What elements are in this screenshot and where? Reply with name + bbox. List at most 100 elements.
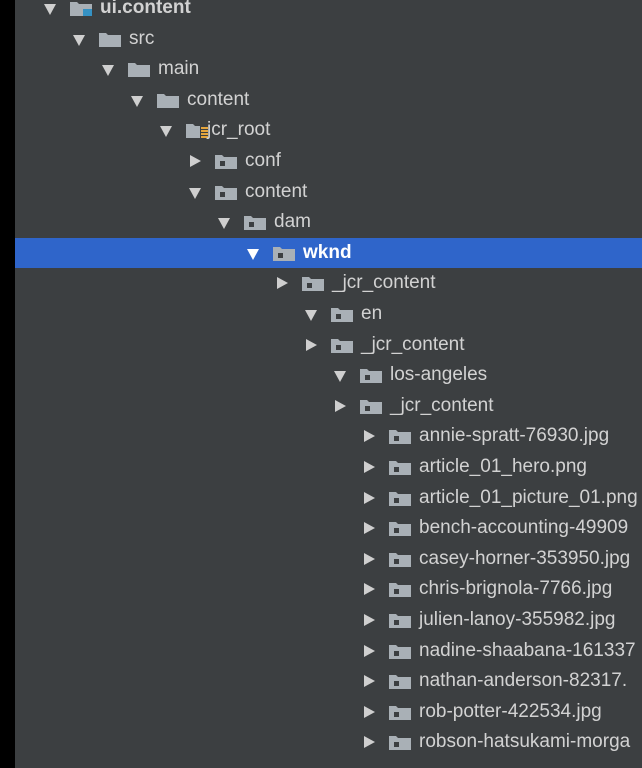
chevron-down-icon[interactable] <box>44 4 56 15</box>
tree-row-label: _jcr_content <box>361 333 465 355</box>
package-folder-icon <box>389 613 411 628</box>
chevron-right-icon[interactable] <box>364 705 375 718</box>
tree-row-label: main <box>158 58 200 80</box>
tree-row-label: nadine-shaabana-161337 <box>419 639 636 661</box>
tree-row-label: article_01_picture_01.png <box>419 486 638 508</box>
tree-row-label: jcr_root <box>207 119 271 141</box>
chevron-down-icon[interactable] <box>334 371 346 383</box>
tree-row[interactable]: julien-lanoy-355982.jpg <box>15 605 642 635</box>
package-folder-icon <box>389 644 411 659</box>
chevron-right-icon[interactable] <box>364 644 375 657</box>
package-folder-icon <box>389 460 411 475</box>
tree-row-label: en <box>361 303 383 324</box>
chevron-down-icon[interactable] <box>218 218 230 230</box>
chevron-right-icon[interactable] <box>364 491 375 504</box>
folder-icon <box>157 93 179 108</box>
tree-row[interactable]: _jcr_content <box>15 330 642 360</box>
resource-root-folder-icon <box>186 123 208 139</box>
tree-row-label: ui.content <box>100 0 191 18</box>
chevron-right-icon[interactable] <box>364 614 375 626</box>
package-folder-icon <box>389 429 411 445</box>
tree-row[interactable]: rob-potter-422534.jpg <box>15 697 642 727</box>
tree-row-label: wknd <box>303 241 352 263</box>
chevron-down-icon[interactable] <box>189 187 201 199</box>
tree-row[interactable]: _jcr_content <box>15 268 642 298</box>
chevron-right-icon[interactable] <box>364 675 375 688</box>
package-folder-icon <box>389 552 411 567</box>
package-folder-icon <box>273 246 295 261</box>
tree-row[interactable]: _jcr_content <box>15 391 642 421</box>
chevron-right-icon[interactable] <box>306 338 317 351</box>
package-folder-icon <box>215 154 237 169</box>
chevron-right-icon[interactable] <box>364 430 375 443</box>
chevron-right-icon[interactable] <box>277 277 288 290</box>
package-folder-icon <box>389 521 411 537</box>
package-folder-icon <box>360 368 382 384</box>
tree-row[interactable]: src <box>15 24 642 54</box>
tree-row[interactable]: en <box>15 299 642 329</box>
package-folder-icon <box>331 338 353 353</box>
chevron-down-icon[interactable] <box>102 65 114 77</box>
tree-row[interactable]: annie-spratt-76930.jpg <box>15 421 642 451</box>
tree-row-label: _jcr_content <box>332 272 436 294</box>
package-folder-icon <box>389 674 411 690</box>
tree-row[interactable]: dam <box>15 207 642 237</box>
tree-row-label: los-angeles <box>390 364 488 386</box>
tree-row[interactable]: los-angeles <box>15 360 642 390</box>
chevron-right-icon[interactable] <box>364 736 375 749</box>
chevron-right-icon[interactable] <box>335 399 346 412</box>
package-folder-icon <box>389 582 411 598</box>
package-folder-icon <box>215 185 237 200</box>
tree-row[interactable]: conf <box>15 146 642 176</box>
tree-row[interactable]: jcr_root <box>15 115 642 145</box>
chevron-down-icon[interactable] <box>247 248 259 260</box>
chevron-right-icon[interactable] <box>364 552 375 565</box>
tree-row-label: robson-hatsukami-morga <box>419 731 631 753</box>
tree-row-label: julien-lanoy-355982.jpg <box>419 609 616 630</box>
tree-row[interactable]: bench-accounting-49909 <box>15 513 642 543</box>
package-folder-icon <box>360 399 382 414</box>
tree-row-label: content <box>245 180 308 202</box>
tree-row[interactable]: wknd <box>15 237 642 268</box>
chevron-right-icon[interactable] <box>364 583 375 596</box>
package-folder-icon <box>244 215 266 231</box>
tree-row[interactable]: robson-hatsukami-morga <box>15 727 642 757</box>
tree-row-label: _jcr_content <box>390 394 494 416</box>
tree-row[interactable]: nathan-anderson-82317. <box>15 666 642 696</box>
tree-row[interactable]: main <box>15 54 642 84</box>
chevron-right-icon[interactable] <box>364 461 375 473</box>
chevron-down-icon[interactable] <box>131 95 143 107</box>
module-folder-icon <box>70 1 92 16</box>
folder-icon <box>128 62 150 78</box>
tree-row-label: dam <box>274 211 311 233</box>
tree-row[interactable]: content <box>15 85 642 115</box>
chevron-right-icon[interactable] <box>190 155 201 167</box>
tree-row-label: nathan-anderson-82317. <box>419 670 628 692</box>
package-folder-icon <box>331 307 353 322</box>
tree-row[interactable]: article_01_hero.png <box>15 452 642 482</box>
tree-row[interactable]: chris-brignola-7766.jpg <box>15 574 642 604</box>
tree-row[interactable]: casey-horner-353950.jpg <box>15 544 642 574</box>
tree-row[interactable]: ui.content <box>15 0 642 23</box>
package-folder-icon <box>389 735 411 751</box>
chevron-down-icon[interactable] <box>305 310 317 321</box>
tree-row-label: bench-accounting-49909 <box>419 517 629 539</box>
tree-row-label: conf <box>245 150 281 171</box>
tree-row[interactable]: content <box>15 177 642 207</box>
chevron-right-icon[interactable] <box>364 522 375 535</box>
package-folder-icon <box>302 276 324 292</box>
tree-row-label: article_01_hero.png <box>419 456 587 477</box>
tree-row[interactable]: article_01_picture_01.png <box>15 483 642 513</box>
tree-row-label: chris-brignola-7766.jpg <box>419 578 613 600</box>
tree-row-label: rob-potter-422534.jpg <box>419 700 602 722</box>
tree-row-label: casey-horner-353950.jpg <box>419 547 631 569</box>
project-tree[interactable]: ui.content src main content jcr_rootconf cont… <box>15 0 642 768</box>
package-folder-icon <box>389 705 411 720</box>
folder-icon <box>99 32 121 47</box>
tree-row[interactable]: nadine-shaabana-161337 <box>15 636 642 666</box>
chevron-down-icon[interactable] <box>73 34 85 46</box>
tree-row-label: content <box>187 88 250 110</box>
tree-row-label: annie-spratt-76930.jpg <box>419 425 610 447</box>
chevron-down-icon[interactable] <box>160 126 172 138</box>
tree-row-label: src <box>129 27 155 49</box>
